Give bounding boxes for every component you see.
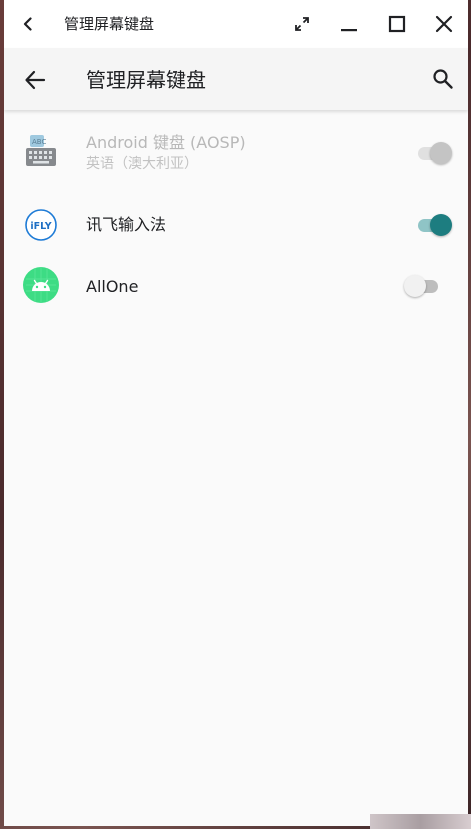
keyboard-row-allone[interactable]: AllOne — [4, 256, 468, 318]
keyboard-name: Android 键盘 (AOSP) — [86, 133, 246, 152]
keyboard-name: 讯飞输入法 — [86, 215, 167, 234]
window-title: 管理屏幕键盘 — [64, 15, 155, 33]
android-robot-icon — [22, 266, 60, 304]
page-title: 管理屏幕键盘 — [86, 68, 206, 92]
keyboard-toggle-allone[interactable] — [404, 274, 444, 298]
minimize-icon — [341, 29, 357, 32]
expand-diagonal-icon — [295, 17, 309, 31]
iflytek-icon-text: iFLY — [30, 221, 51, 232]
keyboard-row-text: AllOne — [86, 276, 138, 298]
navigate-up-button[interactable] — [22, 67, 48, 93]
aosp-keyboard-icon: ABC — [22, 132, 60, 170]
maximize-icon — [388, 15, 406, 33]
keyboard-row-text: Android 键盘 (AOSP) 英语（澳大利亚） — [86, 132, 246, 174]
close-icon — [435, 15, 453, 33]
keyboard-toggle-iflytek[interactable] — [414, 213, 454, 237]
fullscreen-button[interactable] — [290, 12, 314, 36]
keyboard-row-aosp[interactable]: ABC Android 键盘 (AOSP) 英语（澳大利亚） — [4, 120, 468, 186]
keyboard-row-text: 讯飞输入法 — [86, 214, 166, 236]
keyboard-row-iflytek[interactable]: iFLY 讯飞输入法 — [4, 194, 468, 256]
maximize-button[interactable] — [385, 12, 409, 36]
app-window: 管理屏幕键盘 管理屏幕键盘 ABC Android 键盘 (AOSP) 英语（澳… — [4, 0, 468, 826]
minimize-button[interactable] — [337, 12, 361, 36]
arrow-left-icon — [25, 70, 46, 90]
toggle-thumb — [430, 214, 452, 236]
keyboard-name: AllOne — [86, 277, 139, 296]
search-button[interactable] — [430, 66, 456, 92]
titlebar-back-button[interactable] — [16, 12, 40, 36]
svg-text:ABC: ABC — [32, 138, 46, 146]
toggle-thumb — [430, 142, 452, 164]
chevron-left-icon — [23, 17, 32, 31]
window-titlebar: 管理屏幕键盘 — [4, 0, 468, 48]
toggle-thumb — [404, 275, 426, 297]
keyboard-toggle-aosp[interactable] — [414, 141, 454, 165]
search-icon — [433, 69, 453, 89]
desktop-wallpaper-edge — [370, 814, 471, 829]
keyboard-language: 英语（澳大利亚） — [86, 156, 198, 172]
app-bar: 管理屏幕键盘 — [4, 48, 468, 110]
iflytek-icon: iFLY — [22, 206, 60, 244]
close-button[interactable] — [432, 12, 456, 36]
